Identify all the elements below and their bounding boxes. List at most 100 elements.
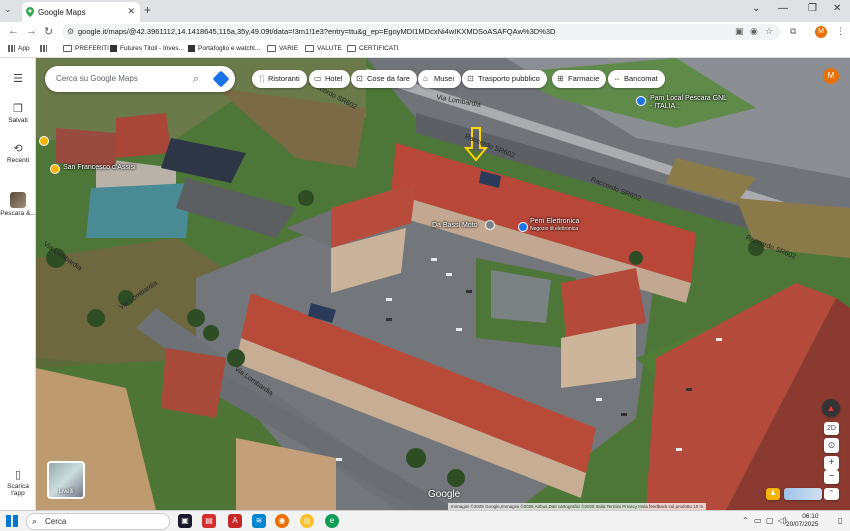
sidebar-item-pescara[interactable]: Pescara &... — [0, 192, 36, 217]
maps-favicon-icon — [26, 7, 34, 17]
tab-title: Google Maps — [38, 7, 86, 17]
acrobat-icon[interactable]: A — [228, 514, 242, 528]
site-info-icon[interactable]: ⚙ — [67, 24, 74, 40]
place-pin-shop-icon[interactable] — [518, 222, 528, 232]
history-icon: ⟲ — [13, 143, 23, 155]
bookmark-grid[interactable] — [40, 45, 47, 52]
expand-up-icon[interactable]: ⌃ — [824, 488, 839, 500]
place-label-san-francesco[interactable]: San Francesco d'Assisi — [63, 164, 136, 171]
zoom-out-button[interactable]: − — [824, 470, 839, 484]
layers-button[interactable]: Livelli — [47, 461, 85, 499]
maps-search-box[interactable]: Cerca su Google Maps ⌕ — [45, 66, 235, 92]
extensions-icon[interactable]: ⧉ — [790, 26, 796, 37]
tab-google-maps[interactable]: Google Maps ✕ — [22, 2, 140, 22]
bookmark-varie[interactable]: VARIE — [267, 45, 298, 52]
chrome-icon[interactable]: ◎ — [300, 514, 314, 528]
restaurant-icon: 🍴 — [257, 74, 267, 83]
tab-list-icon[interactable]: ⌄ — [752, 3, 760, 14]
app-blue-icon[interactable]: ≋ — [252, 514, 266, 528]
tab-search-icon[interactable]: ⌄ — [4, 4, 16, 16]
sidebar-item-recent[interactable]: ⟲ Recenti — [0, 142, 36, 164]
windows-start-icon[interactable] — [6, 515, 18, 527]
app-red-icon[interactable]: ▤ — [202, 514, 216, 528]
chip-things-to-do[interactable]: ⊡ Cose da fare — [351, 70, 417, 88]
my-location-icon[interactable]: ⊙ — [824, 438, 839, 453]
network-icon[interactable]: ▢ — [766, 516, 774, 525]
bookmark-app[interactable]: App — [8, 45, 30, 52]
forward-arrow-icon[interactable]: → — [26, 25, 37, 37]
account-avatar[interactable]: M — [823, 68, 839, 84]
place-thumbnail-icon — [10, 192, 26, 208]
place-pin-church-icon[interactable] — [39, 136, 49, 146]
tab-bar: ⌄ Google Maps ✕ + ⌄ — ❐ ✕ — [0, 0, 850, 22]
pegman-icon[interactable]: ♟ — [766, 488, 780, 500]
chip-pharmacies[interactable]: ⊞ Farmacie — [552, 70, 607, 88]
close-window-button[interactable]: ✕ — [833, 3, 841, 14]
imagery-strip[interactable] — [784, 488, 822, 500]
notifications-icon[interactable]: ▯ — [838, 516, 842, 525]
directions-icon[interactable] — [212, 70, 230, 88]
firefox-icon[interactable]: ◉ — [275, 514, 289, 528]
bookmark-certificati[interactable]: CERTIFICATI — [347, 45, 398, 52]
bookmark-preferiti[interactable]: PREFERITI — [63, 45, 109, 52]
address-bar[interactable]: ⚙ google.it/maps/@42.3961112,14.1418645,… — [62, 24, 780, 40]
grid-icon — [40, 45, 47, 52]
eye-icon[interactable]: ◉ — [750, 26, 758, 37]
tab-close-icon[interactable]: ✕ — [127, 6, 135, 17]
maps-sidebar: ☰ ❐ Salvati ⟲ Recenti Pescara &... ▯ Sca… — [0, 58, 36, 510]
site-icon — [110, 45, 117, 52]
place-label-pem[interactable]: Pem Elettronica — [530, 218, 579, 225]
search-input[interactable]: Cerca su Google Maps — [56, 74, 138, 83]
star-icon[interactable]: ☆ — [765, 26, 773, 37]
install-app-icon[interactable]: ▣ — [735, 26, 744, 37]
sidebar-item-saved[interactable]: ❐ Salvati — [0, 102, 36, 124]
browser-toolbar: ← → ↻ ⚙ google.it/maps/@42.3961112,14.14… — [0, 22, 850, 42]
reload-icon[interactable]: ↻ — [44, 25, 53, 38]
more-menu-icon[interactable]: ⋮ — [836, 26, 845, 37]
bookmark-portafoglio[interactable]: Portafoglio e watchl... — [188, 45, 260, 52]
tray-app-icon[interactable]: ▭ — [754, 516, 762, 525]
maximize-button[interactable]: ❐ — [808, 3, 817, 14]
bookmarks-bar: App PREFERITI Futures Titoli - Inves... … — [0, 42, 850, 58]
place-pin-moto-icon[interactable] — [485, 220, 495, 230]
chip-public-transit[interactable]: ⊡ Trasporto pubblico — [462, 70, 547, 88]
place-label-pam[interactable]: Pam Local Pescara GNL - ITALIA... — [650, 95, 730, 111]
map-canvas[interactable]: Raccordo SR602 Raccordo SR602 Raccordo S… — [36, 58, 850, 510]
chip-restaurants[interactable]: 🍴 Ristoranti — [252, 70, 307, 88]
bookmark-valute[interactable]: VALUTE — [305, 45, 342, 52]
chip-museums[interactable]: ⌂ Musei — [418, 70, 462, 88]
taskbar-search[interactable]: ⌕ Cerca — [26, 513, 170, 530]
place-label-bassi-moto[interactable]: Da Bassi Moto — [432, 222, 478, 229]
zoom-in-button[interactable]: + — [824, 456, 839, 470]
place-pin-church-icon[interactable] — [50, 164, 60, 174]
atm-icon: ⇔ — [613, 74, 621, 83]
back-arrow-icon[interactable]: ← — [8, 25, 19, 37]
bookmark-icon: ❐ — [13, 103, 23, 115]
tray-chevron-icon[interactable]: ⌃ — [742, 516, 749, 525]
museum-icon: ⌂ — [423, 74, 428, 83]
search-icon: ⌕ — [32, 516, 38, 526]
folder-icon — [347, 45, 356, 52]
task-view-icon[interactable]: ▣ — [178, 514, 192, 528]
new-tab-button[interactable]: + — [144, 3, 151, 17]
place-pin-pam[interactable] — [636, 96, 646, 106]
sidebar-item-download-app[interactable]: ▯ Scarica l'app — [0, 468, 36, 497]
layers-label: Livelli — [58, 489, 74, 495]
compass-icon[interactable]: ▲ — [822, 399, 840, 417]
tilt-2d-button[interactable]: 2D — [824, 422, 839, 435]
things-to-do-icon: ⊡ — [356, 74, 363, 83]
windows-taskbar: ⌕ Cerca ▣ ▤ A ≋ ◉ ◎ e ⌃ ▭ ▢ ◁) 06:10 20/… — [0, 510, 850, 531]
site-icon — [188, 45, 195, 52]
profile-avatar[interactable]: M — [815, 26, 827, 38]
minimize-button[interactable]: — — [778, 3, 788, 14]
chip-atm[interactable]: ⇔ Bancomat — [608, 70, 665, 88]
bookmark-futures[interactable]: Futures Titoli - Inves... — [110, 45, 184, 52]
place-label-pem-sub: Negozio di elettronica — [530, 226, 579, 232]
chip-hotel[interactable]: ▭ Hotel — [309, 70, 350, 88]
edge-icon[interactable]: e — [325, 514, 339, 528]
pharmacy-icon: ⊞ — [557, 74, 564, 83]
search-icon[interactable]: ⌕ — [193, 66, 199, 92]
menu-button[interactable]: ☰ — [0, 72, 36, 87]
folder-icon — [305, 45, 314, 52]
clock[interactable]: 06:10 20/07/2025 — [786, 513, 819, 529]
